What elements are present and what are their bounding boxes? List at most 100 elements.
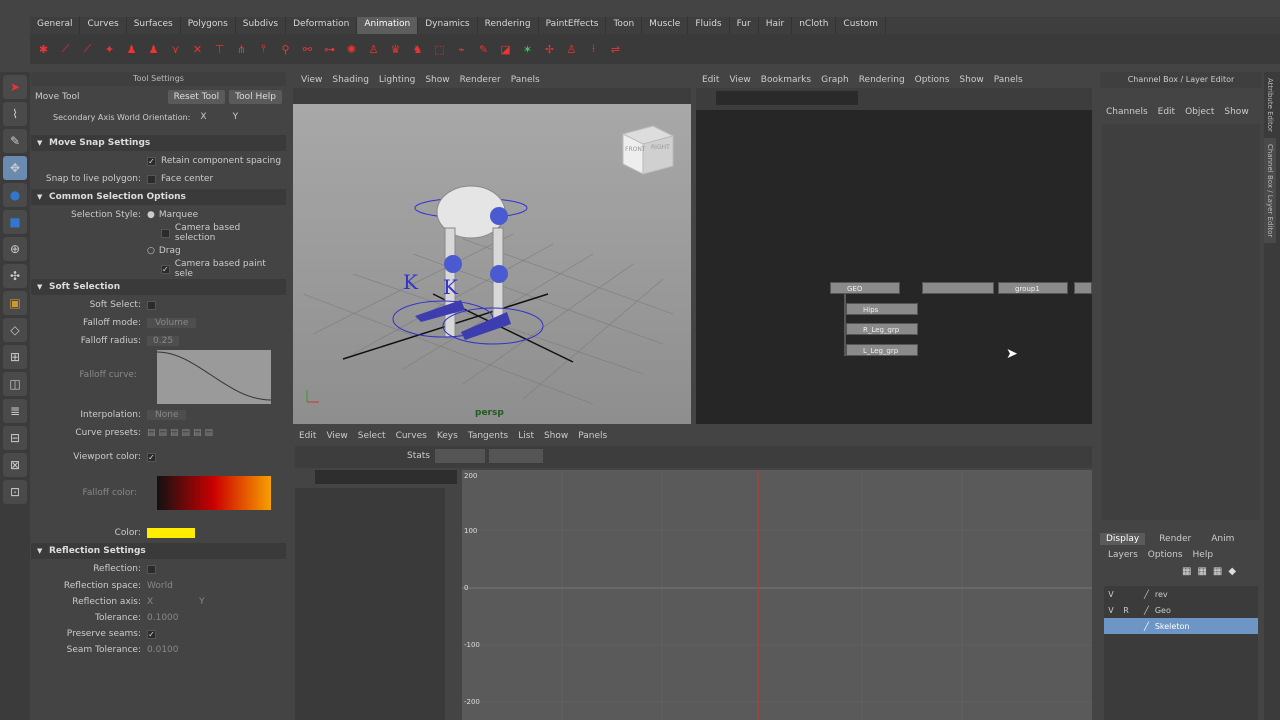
node-r-leg-grp[interactable]: R_Leg_grp	[846, 323, 918, 335]
node-editor-menu-panels[interactable]: Panels	[994, 75, 1023, 85]
layer-tab-anim[interactable]: Anim	[1205, 533, 1240, 545]
graph-editor-menu-select[interactable]: Select	[358, 431, 386, 441]
viewport-menu-show[interactable]: Show	[425, 75, 449, 85]
sculpt-icon[interactable]: ⚲	[276, 40, 295, 59]
move-tool-icon[interactable]: ✥	[3, 156, 27, 180]
interpolation-select[interactable]: None	[147, 410, 187, 420]
shelf-tab-fur[interactable]: Fur	[730, 17, 759, 34]
section-common-selection[interactable]: Common Selection Options	[31, 189, 286, 205]
graph-editor-menu-curves[interactable]: Curves	[396, 431, 427, 441]
layout-graph-icon[interactable]: ⊟	[3, 426, 27, 450]
rig-icon[interactable]: ♟	[144, 40, 163, 59]
channel-box-menu-object[interactable]: Object	[1185, 107, 1214, 117]
soft-select-checkbox[interactable]	[147, 300, 156, 310]
bind-skin-icon[interactable]: ♟	[122, 40, 141, 59]
paint-icon[interactable]: ◪	[496, 40, 515, 59]
nonlinear-icon[interactable]: ⚯	[298, 40, 317, 59]
falloff-curve-graph[interactable]	[157, 350, 271, 404]
paint-select-icon[interactable]: ✎	[3, 129, 27, 153]
layer-tab-render[interactable]: Render	[1153, 533, 1197, 545]
layout-four-icon[interactable]: ⊞	[3, 345, 27, 369]
graph-editor-menu-show[interactable]: Show	[544, 431, 568, 441]
cluster-icon[interactable]: ✕	[188, 40, 207, 59]
shelf-tab-dynamics[interactable]: Dynamics	[418, 17, 478, 34]
color-swatch[interactable]	[147, 528, 195, 538]
node-editor-canvas[interactable]: GEO group1 Hips R_Leg_grp L_Leg_grp ➤	[696, 110, 1092, 424]
skeleton-icon[interactable]: ✦	[100, 40, 119, 59]
layer-row[interactable]: V R ╱ Geo	[1104, 602, 1258, 618]
lattice-icon[interactable]: ⊤	[210, 40, 229, 59]
graph-editor-graph[interactable]: 200 100 0 -100 -200	[462, 470, 1092, 720]
drag-radio[interactable]: ○	[147, 246, 155, 256]
section-reflection[interactable]: Reflection Settings	[31, 543, 286, 559]
layer-r-toggle[interactable]: R	[1118, 606, 1134, 615]
rotate-tool-icon[interactable]: ●	[3, 183, 27, 207]
viewport-menu-panels[interactable]: Panels	[511, 75, 540, 85]
blend-icon[interactable]: ⊶	[320, 40, 339, 59]
select-tool-icon[interactable]: ➤	[3, 75, 27, 99]
channel-box-tab[interactable]: Channel Box / Layer Editor	[1264, 137, 1276, 244]
graph-editor-menu-list[interactable]: List	[518, 431, 534, 441]
locator-icon[interactable]: ✢	[540, 40, 559, 59]
shelf-tab-general[interactable]: General	[30, 17, 81, 34]
graph-editor-menu-keys[interactable]: Keys	[437, 431, 458, 441]
camera-selection-checkbox[interactable]	[161, 228, 170, 238]
secondary-axis-x[interactable]: X	[200, 112, 206, 122]
paint-weights-icon[interactable]: ♞	[408, 40, 427, 59]
outliner-search-field[interactable]	[315, 470, 457, 484]
shelf-tab-fluids[interactable]: Fluids	[688, 17, 730, 34]
viewcube-front[interactable]: FRONT	[625, 146, 646, 153]
layer-tool-icons[interactable]: ▦▦▦◆	[1182, 566, 1242, 577]
retain-spacing-checkbox[interactable]: ✓	[147, 156, 156, 166]
shelf-tab-muscle[interactable]: Muscle	[642, 17, 689, 34]
node-editor-menu-rendering[interactable]: Rendering	[859, 75, 905, 85]
layout-single-icon[interactable]: ◇	[3, 318, 27, 342]
graph-editor-menu-panels[interactable]: Panels	[578, 431, 607, 441]
viewport-menu-renderer[interactable]: Renderer	[460, 75, 501, 85]
layout-hypergraph-icon[interactable]: ⊠	[3, 453, 27, 477]
node-editor-menu-bookmarks[interactable]: Bookmarks	[761, 75, 811, 85]
graph-editor-menu-edit[interactable]: Edit	[299, 431, 316, 441]
reflection-space-value[interactable]: World	[147, 581, 173, 591]
node-group-right[interactable]	[1074, 282, 1092, 294]
graph-editor-menu-view[interactable]: View	[326, 431, 347, 441]
constraint-icon[interactable]: ⋎	[166, 40, 185, 59]
node-group1[interactable]: group1	[998, 282, 1068, 294]
viewport-menu-view[interactable]: View	[301, 75, 322, 85]
reset-tool-button[interactable]: Reset Tool	[167, 90, 226, 104]
node-editor-menu-view[interactable]: View	[729, 75, 750, 85]
shelf-tab-deformation[interactable]: Deformation	[286, 17, 358, 34]
axis-icon[interactable]: ⟊	[584, 40, 603, 59]
stats-field-1[interactable]	[435, 449, 485, 463]
brush-icon[interactable]: ✎	[474, 40, 493, 59]
viewport-menu-lighting[interactable]: Lighting	[379, 75, 415, 85]
shelf-tab-rendering[interactable]: Rendering	[478, 17, 539, 34]
perspective-viewport[interactable]: K K FRONT RIGHT persp	[293, 104, 691, 424]
channel-box-menu-channels[interactable]: Channels	[1106, 107, 1148, 117]
viewcube-right[interactable]: RIGHT	[651, 144, 670, 151]
channel-box-menu-edit[interactable]: Edit	[1158, 107, 1175, 117]
jiggle-icon[interactable]: ✺	[342, 40, 361, 59]
reflection-checkbox[interactable]	[147, 564, 156, 574]
shelf-tab-hair[interactable]: Hair	[759, 17, 793, 34]
manipulator-icon[interactable]: ⊕	[3, 237, 27, 261]
tool-help-button[interactable]: Tool Help	[229, 90, 282, 104]
graph-icon[interactable]: ⌁	[452, 40, 471, 59]
node-l-leg-grp[interactable]: L_Leg_grp	[846, 344, 918, 356]
tolerance-field[interactable]: 0.1000	[147, 613, 179, 623]
layout-persp-icon[interactable]: ⊡	[3, 480, 27, 504]
stats-field-2[interactable]	[489, 449, 543, 463]
camera-paint-checkbox[interactable]: ✓	[161, 264, 170, 274]
falloff-color-ramp[interactable]	[157, 476, 271, 510]
star-icon[interactable]: ✶	[518, 40, 537, 59]
shelf-tab-polygons[interactable]: Polygons	[181, 17, 236, 34]
falloff-radius-field[interactable]: 0.25	[147, 336, 180, 346]
viewport-menu-shading[interactable]: Shading	[332, 75, 369, 85]
joint-tool-icon[interactable]: ✱	[34, 40, 53, 59]
muscle-icon[interactable]: ♛	[386, 40, 405, 59]
shelf-tab-surfaces[interactable]: Surfaces	[127, 17, 181, 34]
scale-tool-icon[interactable]: ■	[3, 210, 27, 234]
ik-handle-icon[interactable]: ⟋	[56, 40, 75, 59]
attribute-editor-tab[interactable]: Attribute Editor	[1264, 72, 1276, 138]
section-soft-selection[interactable]: Soft Selection	[31, 279, 286, 295]
